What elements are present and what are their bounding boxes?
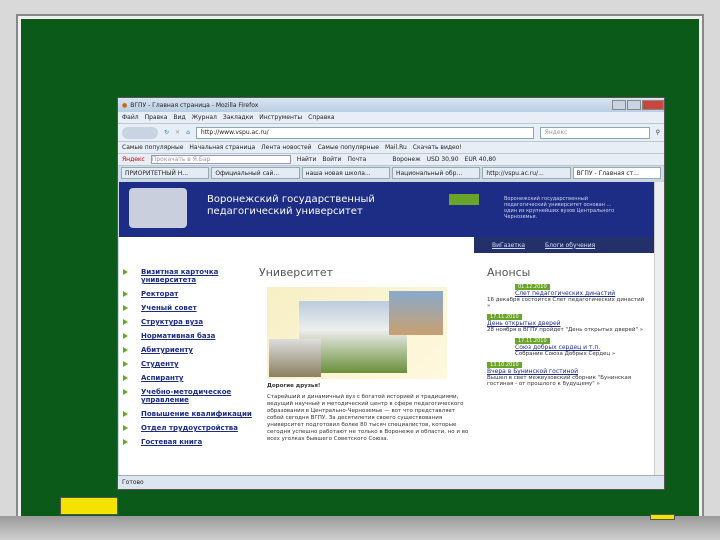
tab[interactable]: ПРИОРИТЕТНЫЙ Н... xyxy=(121,167,210,179)
tab[interactable]: Национальный обр... xyxy=(391,167,481,179)
announcements-title: Анонсы xyxy=(487,266,531,279)
menu-history[interactable]: Журнал xyxy=(192,114,217,121)
link[interactable]: ВиГазетка xyxy=(492,242,525,249)
sidebar-item[interactable]: Нормативная база xyxy=(123,332,253,340)
announcements: Анонсы 01.12.2010 Слет педагогических дин… xyxy=(487,266,647,387)
announcement-text: Вышел в свет межвузовский сборник "Бунин… xyxy=(487,375,632,387)
announcement-link[interactable]: День открытых дверей xyxy=(487,320,647,327)
stop-icon[interactable]: ✕ xyxy=(175,129,180,136)
menubar: Файл Правка Вид Журнал Закладки Инструменты Сп… xyxy=(118,112,664,124)
sidebar-item[interactable]: Студенту xyxy=(123,360,253,368)
status-bar: Готово xyxy=(118,475,664,489)
yandex-bar: Яндекс Прокачать в Я.Бар Найти Войти Поч… xyxy=(118,154,664,166)
sidebar-item[interactable]: Отдел трудоустройства xyxy=(123,424,253,432)
chalk-ledge xyxy=(0,516,720,540)
sidebar-item[interactable]: Гостевая книга xyxy=(123,438,253,446)
mail-button[interactable]: Почта xyxy=(347,156,366,163)
menu-tools[interactable]: Инструменты xyxy=(259,114,302,121)
maximize-button[interactable] xyxy=(627,100,641,110)
chalk xyxy=(650,514,675,520)
browser-window: ● ВГПУ - Главная страница - Mozilla Firef… xyxy=(117,97,665,490)
minimize-button[interactable] xyxy=(612,100,626,110)
sidebar-item[interactable]: Ученый совет xyxy=(123,304,253,312)
bookmarks-bar: Самые популярные Начальная страница Лента … xyxy=(118,142,664,154)
sidebar-item[interactable]: Повышение квалификации xyxy=(123,410,253,418)
bookmark[interactable]: Лента новостей xyxy=(261,144,311,151)
sidebar-item[interactable]: Учебно-методическое управление xyxy=(123,388,253,404)
sidebar-item[interactable]: Структура вуза xyxy=(123,318,253,326)
tab[interactable]: Официальный сай... xyxy=(211,167,300,179)
sub-links: ВиГазетка Блоги обучения xyxy=(474,237,654,253)
menu-view[interactable]: Вид xyxy=(173,114,185,121)
menu-help[interactable]: Справка xyxy=(308,114,334,121)
window-title: ВГПУ - Главная страница - Mozilla Firefo… xyxy=(130,101,259,109)
tab[interactable]: наша новая школа... xyxy=(301,167,390,179)
weather-widget[interactable]: Воронеж xyxy=(392,156,420,163)
bookmark[interactable]: Скачать видео! xyxy=(413,144,462,151)
yandex-label[interactable]: Яндекс xyxy=(122,156,145,163)
bookmark[interactable]: Самые популярные xyxy=(122,144,183,151)
link[interactable]: Блоги обучения xyxy=(545,242,595,249)
close-button[interactable] xyxy=(642,100,664,110)
announcement-link[interactable]: Союз добрых сердец и т.п. xyxy=(515,344,647,351)
university-logo[interactable] xyxy=(129,188,187,228)
navigation-bar: ↻ ✕ ⌂ http://www.vspu.ac.ru/ Яндекс ⚲ xyxy=(118,124,664,142)
university-photo xyxy=(267,287,447,379)
greeting: Дорогие друзья! xyxy=(267,383,321,389)
reload-icon[interactable]: ↻ xyxy=(164,129,169,136)
sidebar-menu: Визитная карточка университета Ректорат Уч… xyxy=(123,268,253,452)
yandex-search-input[interactable]: Прокачать в Я.Бар xyxy=(150,155,291,164)
sidebar-item[interactable]: Абитуриенту xyxy=(123,346,253,354)
chalk xyxy=(60,497,118,515)
site-header: Воронежский государственный педагогически… xyxy=(119,182,654,237)
home-icon[interactable]: ⌂ xyxy=(186,129,190,136)
login-button[interactable]: Войти xyxy=(322,156,341,163)
menu-edit[interactable]: Правка xyxy=(145,114,168,121)
menu-file[interactable]: Файл xyxy=(122,114,139,121)
tab[interactable]: http://vspu.ac.ru/... xyxy=(482,167,571,179)
announcement-text: 28 ноября в ВГПУ пройдет "День открытых … xyxy=(487,327,644,333)
announcement-text: Собрание Союза Добрых Сердец » xyxy=(515,351,616,357)
web-page: Воронежский государственный педагогически… xyxy=(119,182,654,475)
sidebar-item[interactable]: Аспиранту xyxy=(123,374,253,382)
back-forward-button[interactable] xyxy=(122,126,158,139)
find-button[interactable]: Найти xyxy=(297,156,316,163)
main-title: Университет xyxy=(259,266,334,279)
tab-active[interactable]: ВГПУ - Главная ст... xyxy=(572,167,661,179)
body-text: Старейший и динамичный вуз с богатой ист… xyxy=(267,394,469,442)
home-badge[interactable] xyxy=(449,194,479,205)
university-name: Воронежский государственный педагогически… xyxy=(207,194,375,217)
bookmark[interactable]: Mail.Ru xyxy=(385,144,407,151)
url-input[interactable]: http://www.vspu.ac.ru/ xyxy=(195,126,534,139)
eur-rate[interactable]: EUR 40,80 xyxy=(465,156,496,163)
sidebar-item[interactable]: Ректорат xyxy=(123,290,253,298)
search-input[interactable]: Яндекс xyxy=(539,126,650,139)
announcement-text: 16 декабря состоится Слет педагогических… xyxy=(487,297,645,309)
vertical-scrollbar[interactable] xyxy=(654,182,664,475)
bookmark[interactable]: Начальная страница xyxy=(189,144,255,151)
sidebar-item[interactable]: Визитная карточка университета xyxy=(123,268,253,284)
usd-rate[interactable]: USD 30,90 xyxy=(427,156,459,163)
bookmark[interactable]: Самые популярные xyxy=(318,144,379,151)
menu-bookmarks[interactable]: Закладки xyxy=(223,114,253,121)
announcement-link[interactable]: Слет педагогических династий xyxy=(515,290,647,297)
main-content: Университет Дорогие друзья! Старейший и … xyxy=(259,266,469,443)
header-description: Воронежский государственный педагогическ… xyxy=(504,196,615,220)
announcement-link[interactable]: Вчера в Бунинской гостиной xyxy=(487,368,647,375)
tab-strip: ПРИОРИТЕТНЫЙ Н... Официальный сай... наша … xyxy=(118,166,664,180)
firefox-icon: ● xyxy=(122,101,128,109)
search-icon[interactable]: ⚲ xyxy=(656,129,660,136)
